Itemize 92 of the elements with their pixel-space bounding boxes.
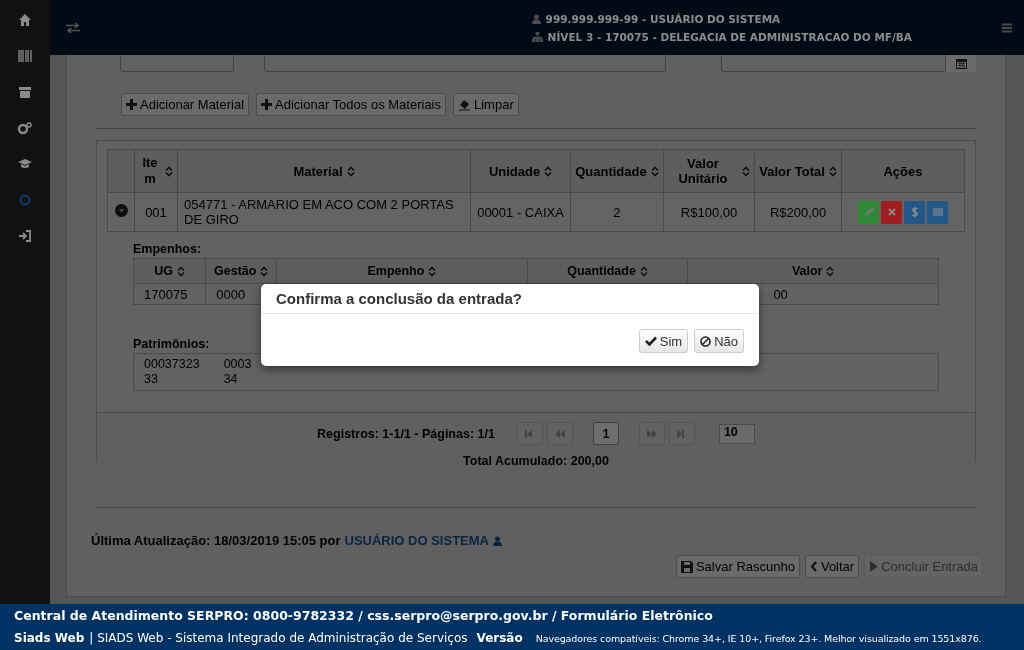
archive-icon[interactable] bbox=[17, 84, 33, 100]
column-header[interactable]: Quantidade bbox=[570, 149, 664, 193]
unit-info: NÍVEL 3 - 170075 - DELEGACIA DE ADMINISTRACAO DO MF/BA bbox=[547, 30, 912, 43]
table-cell: 00001 - CAIXA bbox=[470, 192, 571, 232]
home-icon[interactable] bbox=[17, 12, 33, 28]
asset-number: 33 bbox=[144, 372, 159, 387]
menu-icon[interactable] bbox=[1002, 22, 1012, 33]
last-page-button[interactable] bbox=[668, 422, 695, 445]
column-header[interactable]: UG bbox=[133, 258, 206, 284]
sort-icon bbox=[260, 265, 269, 277]
table-cell: R$100,00 bbox=[663, 192, 755, 232]
version-label: Versão bbox=[476, 631, 523, 645]
sort-icon bbox=[346, 165, 355, 177]
table-cell: R$200,00 bbox=[754, 192, 842, 232]
calendar-icon bbox=[955, 58, 967, 69]
eraser-icon bbox=[458, 98, 471, 111]
column-header[interactable]: Valor Total bbox=[754, 149, 842, 193]
column-header[interactable]: Valor bbox=[687, 258, 939, 284]
column-header[interactable]: Valor Unitário bbox=[663, 149, 755, 193]
asset-number: 0003 bbox=[223, 357, 252, 372]
first-page-button[interactable] bbox=[516, 422, 543, 445]
page-size-select[interactable]: 10 bbox=[718, 423, 755, 444]
last-page-icon bbox=[676, 429, 687, 438]
last-update-text: Última Atualização: 18/03/2019 15:05 por bbox=[91, 533, 341, 548]
column-header[interactable]: Material bbox=[177, 149, 471, 193]
user-link[interactable]: USUÁRIO DO SISTEMA bbox=[344, 533, 502, 548]
asset-number: 34 bbox=[223, 372, 239, 387]
asset-number: 00037323 bbox=[144, 357, 200, 372]
sort-icon bbox=[639, 265, 648, 277]
save-icon bbox=[680, 560, 693, 573]
dollar-button[interactable] bbox=[904, 200, 925, 224]
sort-icon bbox=[828, 165, 837, 177]
ban-icon bbox=[700, 335, 712, 347]
sort-icon bbox=[165, 165, 173, 177]
input-field[interactable] bbox=[120, 55, 234, 72]
sitemap-icon bbox=[531, 31, 543, 42]
circle-icon[interactable] bbox=[17, 192, 33, 208]
plus-icon bbox=[261, 99, 273, 110]
column-header[interactable]: Unidade bbox=[470, 149, 571, 193]
user-info: 999.999.999-99 - USUÁRIO DO SISTEMA bbox=[545, 12, 781, 25]
column-header[interactable]: Empenho bbox=[276, 258, 528, 284]
pagination-summary: Registros: 1-1/1 - Páginas: 1/1 bbox=[317, 426, 495, 441]
date-field[interactable] bbox=[721, 55, 946, 72]
previous-page-button[interactable] bbox=[546, 422, 573, 445]
dialog-title: Confirma a conclusão da entrada? bbox=[261, 284, 759, 314]
sort-icon bbox=[742, 165, 750, 177]
next-page-button[interactable] bbox=[638, 422, 665, 445]
toolbar-button[interactable]: Adicionar Todos os Materiais bbox=[256, 93, 446, 116]
first-page-icon bbox=[524, 429, 535, 438]
cancel-button[interactable]: Não bbox=[694, 329, 744, 353]
action-button[interactable]: Voltar bbox=[804, 555, 860, 578]
user-icon bbox=[493, 535, 502, 546]
app-name: Siads Web bbox=[14, 631, 85, 645]
section-label: Empenhos: bbox=[133, 242, 202, 256]
sort-icon bbox=[650, 165, 659, 177]
sort-icon bbox=[428, 265, 437, 277]
table-cell: 054771 - ARMARIO EM ACO COM 2 PORTAS DE GIRO bbox=[177, 192, 471, 232]
toolbar-button[interactable]: Limpar bbox=[453, 93, 519, 116]
pencil-button[interactable] bbox=[858, 200, 879, 224]
collapse-icon[interactable] bbox=[114, 204, 128, 217]
swap-arrows-icon[interactable] bbox=[66, 21, 80, 34]
next-page-icon bbox=[646, 429, 657, 438]
gears-icon[interactable] bbox=[17, 120, 33, 136]
chevron-left-icon bbox=[809, 561, 818, 572]
column-header: Ações bbox=[841, 149, 965, 193]
column-header[interactable]: Item bbox=[134, 149, 178, 193]
column-header[interactable]: Gestão bbox=[205, 258, 277, 284]
check-icon bbox=[644, 336, 657, 346]
close-button[interactable] bbox=[881, 200, 902, 224]
browser-info: Navegadores compatíveis: Chrome 34+, IE 10+, Firefox 23+. Melhor visualizado em 1551x876. bbox=[535, 633, 982, 644]
play-icon bbox=[869, 561, 879, 572]
calendar-button[interactable] bbox=[946, 55, 976, 72]
page-button[interactable]: 1 bbox=[592, 422, 619, 445]
user-icon bbox=[531, 13, 541, 24]
table-cell: 2 bbox=[570, 192, 664, 232]
previous-page-icon bbox=[554, 429, 565, 438]
table-cell: 170075 bbox=[133, 283, 206, 305]
action-button[interactable]: Salvar Rascunho bbox=[675, 555, 800, 578]
contact-info: Central de Atendimento SERPRO: 0800-9782332 / css.serpro@serpro.gov.br / Formulário Eletrônico bbox=[14, 608, 714, 625]
sign-in-icon[interactable] bbox=[17, 228, 33, 244]
column-header[interactable]: Quantidade bbox=[527, 258, 688, 284]
confirm-button[interactable]: Sim bbox=[638, 329, 689, 353]
sort-icon bbox=[544, 165, 553, 177]
toolbar-button[interactable]: Adicionar Material bbox=[121, 93, 250, 116]
section-label: Patrimônios: bbox=[133, 337, 210, 351]
plus-icon bbox=[126, 99, 137, 110]
table-cell: 001 bbox=[134, 192, 178, 232]
input-field[interactable] bbox=[264, 55, 666, 72]
app-description: | SIADS Web - Sistema Integrado de Administração de Serviços bbox=[89, 631, 468, 645]
sort-icon bbox=[177, 265, 186, 277]
sort-icon bbox=[826, 265, 835, 277]
total-accumulated: Total Acumulado: 200,00 bbox=[463, 454, 609, 468]
